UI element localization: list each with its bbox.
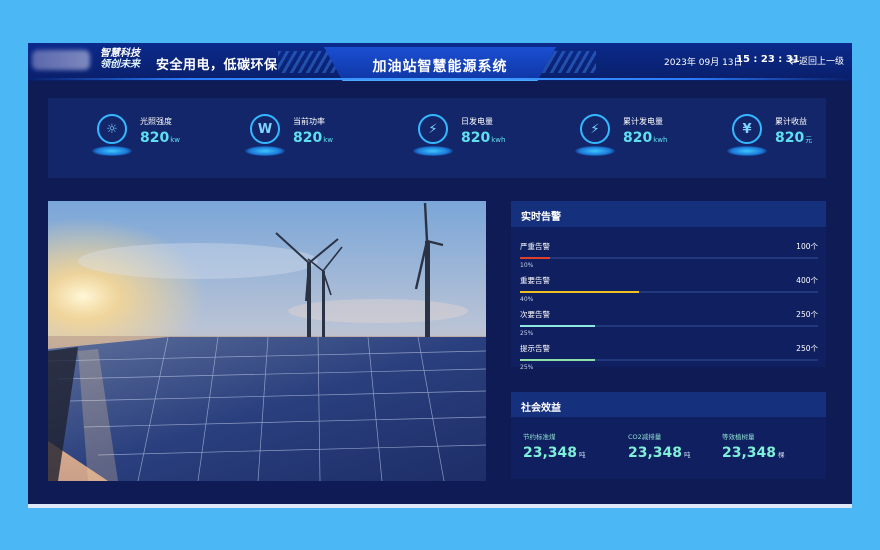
brand-line-2: 领创未来 <box>100 59 140 70</box>
alarm-percent: 40% <box>520 296 534 303</box>
total-energy-icon: ⚡ <box>575 114 615 158</box>
social-coal-saved: 节约标准煤 23,348 吨 <box>523 431 586 461</box>
stat-value: 820元 <box>775 130 813 146</box>
alarm-panel-title: 实时告警 <box>511 201 826 227</box>
page-title: 加油站智慧能源系统 <box>372 59 508 75</box>
stat-value: 820kw <box>293 130 334 146</box>
alarm-item-critical: 严重告警 100个 10% <box>520 241 818 269</box>
social-value: 23,348 吨 <box>628 445 691 461</box>
alarm-percent: 25% <box>520 364 534 371</box>
social-co2-reduction: CO2减排量 23,348 吨 <box>628 431 691 461</box>
stat-label: 累计收益 <box>775 117 807 126</box>
brand-logo: 智慧科技 领创未来 <box>100 48 148 70</box>
date-display: 2023年 09月 13日 <box>664 58 743 68</box>
social-tree-equivalent: 等效植树量 23,348 棵 <box>722 431 785 461</box>
solar-wind-photo <box>48 201 486 481</box>
back-arrow-icon <box>788 56 797 65</box>
social-benefit-panel: 节约标准煤 23,348 吨 CO2减排量 23,348 吨 等效植树量 23,34… <box>511 417 826 479</box>
money-bag-icon: ¥ <box>727 114 767 158</box>
social-label: 等效植树量 <box>722 433 755 441</box>
alarm-percent: 10% <box>520 262 534 269</box>
social-value: 23,348 吨 <box>523 445 586 461</box>
alarm-count: 400个 <box>796 276 818 285</box>
stat-label: 当前功率 <box>293 117 325 126</box>
alarm-item-minor: 次要告警 250个 25% <box>520 309 818 337</box>
sun-icon: ☼ <box>92 114 132 158</box>
brand-line-1: 智慧科技 <box>100 48 140 59</box>
stat-value: 820kwh <box>623 130 668 146</box>
back-button-label: 返回上一级 <box>799 57 845 67</box>
solar-wind-illustration <box>48 201 486 481</box>
stat-light-intensity: ☼ 光照强度 820kw <box>92 114 181 158</box>
stat-total-energy: ⚡ 累计发电量 820kwh <box>575 114 668 158</box>
alarm-label: 次要告警 <box>520 310 550 319</box>
alarm-count: 250个 <box>796 310 818 319</box>
social-panel-title: 社会效益 <box>511 392 826 418</box>
alarm-count: 250个 <box>796 344 818 353</box>
alarm-label: 重要告警 <box>520 276 550 285</box>
alarm-panel: 严重告警 100个 10% 重要告警 400个 40% 次要告警 250个 25% 提… <box>511 227 826 371</box>
slogan: 安全用电，低碳环保 <box>156 58 278 73</box>
alarm-progress-bar <box>520 359 818 361</box>
alarm-count: 100个 <box>796 242 818 251</box>
alarm-progress-bar <box>520 257 818 259</box>
alarm-percent: 25% <box>520 330 534 337</box>
social-label: 节约标准煤 <box>523 433 556 441</box>
alarm-label: 提示告警 <box>520 344 550 353</box>
header-bar: 智慧科技 领创未来 安全用电，低碳环保 加油站智慧能源系统 2023年 09月 … <box>28 43 852 81</box>
stat-daily-energy: ⚡ 日发电量 820kwh <box>413 114 506 158</box>
stat-value: 820kw <box>140 130 181 146</box>
back-button[interactable]: 返回上一级 <box>788 54 844 67</box>
alarm-label: 严重告警 <box>520 242 550 251</box>
stat-label: 光照强度 <box>140 117 172 126</box>
frame-bottom-edge <box>28 504 852 508</box>
alarm-item-hint: 提示告警 250个 25% <box>520 343 818 371</box>
alarm-progress-bar <box>520 325 818 327</box>
header-glow-line <box>28 78 852 80</box>
blurred-logo <box>32 50 90 70</box>
social-value: 23,348 棵 <box>722 445 785 461</box>
stat-label: 日发电量 <box>461 117 493 126</box>
stats-panel: ☼ 光照强度 820kw W 当前功率 820kw ⚡ 日发电量 820kwh … <box>48 98 826 178</box>
stat-label: 累计发电量 <box>623 117 663 126</box>
daily-energy-icon: ⚡ <box>413 114 453 158</box>
stat-current-power: W 当前功率 820kw <box>245 114 334 158</box>
alarm-item-major: 重要告警 400个 40% <box>520 275 818 303</box>
stat-total-income: ¥ 累计收益 820元 <box>727 114 813 158</box>
stat-value: 820kwh <box>461 130 506 146</box>
social-label: CO2减排量 <box>628 433 662 441</box>
alarm-progress-bar <box>520 291 818 293</box>
power-w-icon: W <box>245 114 285 158</box>
dashboard-frame: 智慧科技 领创未来 安全用电，低碳环保 加油站智慧能源系统 2023年 09月 … <box>28 43 852 506</box>
